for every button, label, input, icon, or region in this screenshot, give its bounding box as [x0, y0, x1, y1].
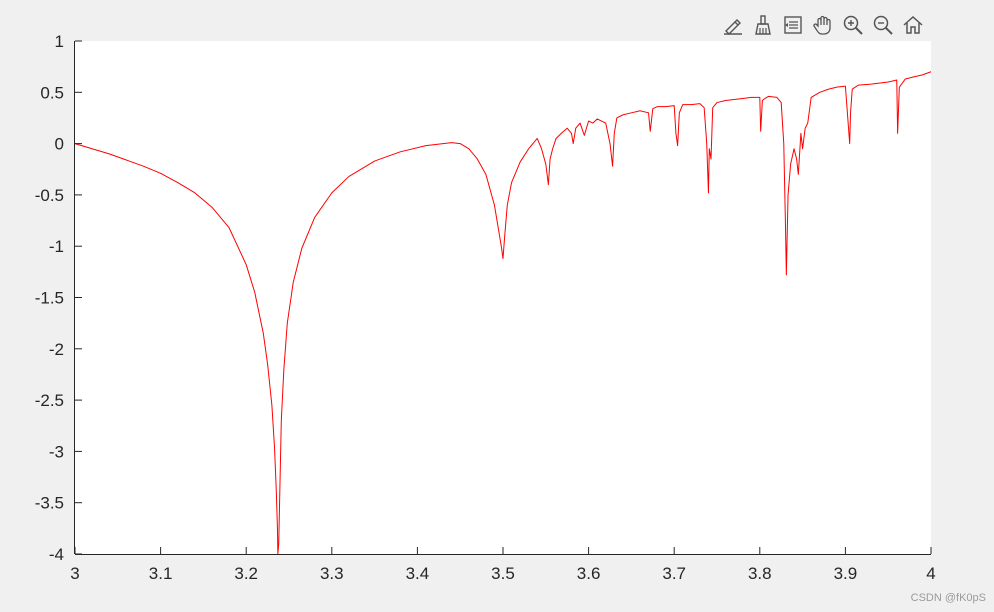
home-button[interactable]: [900, 12, 926, 38]
y-tick-label: -1: [49, 237, 64, 256]
y-tick-label: 0.5: [40, 83, 64, 102]
x-tick-label: 3.8: [748, 564, 772, 583]
y-tick-label: -4: [49, 545, 64, 564]
x-tick-label: 3.9: [834, 564, 858, 583]
x-tick-label: 3.3: [320, 564, 344, 583]
x-tick-label: 3.6: [577, 564, 601, 583]
y-tick-label: -0.5: [35, 186, 64, 205]
x-tick-label: 3.4: [406, 564, 430, 583]
y-tick-label: 0: [55, 135, 64, 154]
y-tick-label: -2: [49, 340, 64, 359]
x-tick-label: 3.7: [662, 564, 686, 583]
zoom-out-icon: [873, 15, 893, 35]
x-tick-label: 4: [926, 564, 935, 583]
pan-button[interactable]: [810, 12, 836, 38]
home-icon: [903, 15, 923, 34]
watermark-text: CSDN @fK0pS: [910, 592, 986, 604]
figure-window: 3 3.1 3.2 3.3 3.4 3.5 3.6 3.7 3.8 3.9 4 1 0.5 0 -0.5 -…: [0, 0, 994, 612]
axes-toolbar: [720, 10, 926, 40]
zoom-in-icon: [843, 15, 863, 35]
x-tick-label: 3.1: [149, 564, 173, 583]
y-tick-label: -3: [49, 442, 64, 461]
y-tick-labels: 1 0.5 0 -0.5 -1 -1.5 -2 -2.5 -3 -3.5 -4: [35, 32, 64, 564]
brush-edit-icon: [724, 19, 742, 35]
zoom-out-button[interactable]: [870, 12, 896, 38]
y-tick-label: 1: [55, 32, 64, 51]
line-plot: 3 3.1 3.2 3.3 3.4 3.5 3.6 3.7 3.8 3.9 4 1 0.5 0 -0.5 -…: [35, 32, 936, 583]
y-tick-label: -2.5: [35, 391, 64, 410]
y-tick-label: -3.5: [35, 494, 64, 513]
datatip-icon: [784, 16, 802, 34]
zoom-in-button[interactable]: [840, 12, 866, 38]
pan-hand-icon: [813, 15, 831, 35]
x-tick-labels: 3 3.1 3.2 3.3 3.4 3.5 3.6 3.7 3.8 3.9 4: [70, 564, 935, 583]
brush-edit-button[interactable]: [720, 12, 746, 38]
datatip-button[interactable]: [780, 12, 806, 38]
x-tick-label: 3.5: [491, 564, 515, 583]
y-tick-label: -1.5: [35, 289, 64, 308]
x-tick-label: 3: [70, 564, 79, 583]
data-brush-button[interactable]: [750, 12, 776, 38]
axes-background: [75, 41, 931, 554]
data-brush-icon: [755, 15, 771, 35]
x-tick-label: 3.2: [234, 564, 258, 583]
